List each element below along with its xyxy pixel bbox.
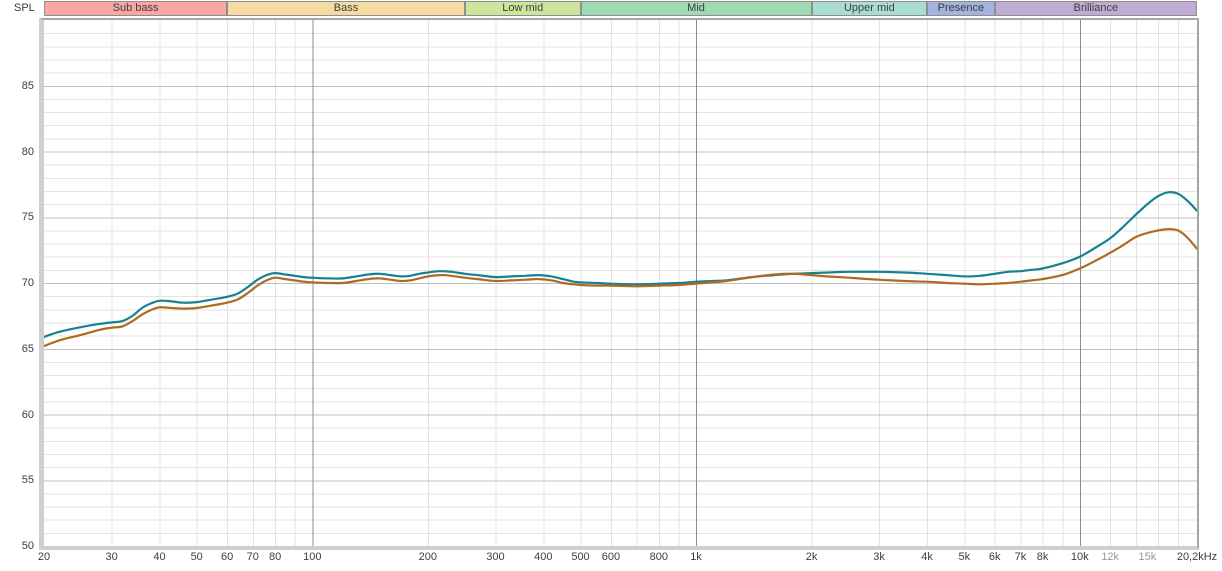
x-tick-label: 12k [1101, 551, 1120, 563]
y-tick-label: 70 [21, 277, 34, 289]
band-label: Mid [687, 2, 705, 14]
band-mid: Mid [580, 1, 812, 16]
frequency-axis-labels: 20 30 40 50 60 70 80 100 200 300 400 500 600 800 1k 2k 3… [38, 550, 1217, 566]
band-sub-bass: Sub bass [44, 1, 228, 16]
x-tick-label: 10k [1070, 551, 1089, 563]
x-tick-label: 80 [268, 551, 282, 563]
band-bass: Bass [227, 1, 465, 16]
x-tick-label: 800 [649, 551, 668, 563]
spl-axis-title: SPL [14, 2, 35, 14]
x-tick-label: 50 [190, 551, 203, 563]
y-tick-label: 85 [21, 79, 34, 92]
x-tick-label: 200 [418, 551, 437, 563]
x-tick-label: 5k [958, 551, 971, 563]
band-label: Brilliance [1073, 2, 1119, 14]
chart-canvas [44, 20, 1197, 546]
x-tick-label: 6k [988, 551, 1001, 563]
y-tick-label: 75 [21, 211, 34, 224]
band-label: Presence [937, 2, 985, 14]
x-tick-label: 8k [1036, 551, 1049, 563]
x-tick-label: 1k [690, 551, 702, 563]
x-tick-label: 40 [153, 551, 166, 563]
band-label: Low mid [502, 2, 544, 14]
x-tick-label: 600 [601, 551, 621, 563]
x-tick-label: 400 [534, 551, 553, 563]
y-tick-label: 80 [21, 145, 34, 158]
x-tick-label: 70 [246, 551, 259, 563]
y-tick-label: 65 [21, 342, 34, 355]
x-tick-label: 20,2kHz [1176, 551, 1218, 563]
x-tick-label: 20 [37, 551, 51, 563]
band-low-mid: Low mid [465, 1, 581, 16]
frequency-band-header: Sub bass Bass Low mid Mid Upper mid Pres… [44, 1, 1199, 16]
band-label: Sub bass [112, 2, 159, 14]
band-brilliance: Brilliance [994, 1, 1197, 16]
teal-curve [44, 191, 1197, 338]
x-tick-label: 100 [303, 551, 322, 563]
spl-axis-labels: 85 80 75 70 65 60 55 50 [0, 20, 39, 552]
x-tick-label: 300 [486, 551, 505, 563]
x-tick-label: 2k [805, 551, 818, 563]
frequency-response-chart: SPL Sub bass Bass Low mid Mid Upper mid … [0, 0, 1222, 571]
orange-curve [44, 228, 1197, 348]
y-tick-label: 55 [21, 474, 34, 487]
band-label: Upper mid [843, 2, 895, 14]
x-tick-label: 3k [873, 551, 885, 563]
band-label: Bass [333, 2, 359, 14]
x-tick-label: 500 [571, 551, 590, 563]
band-presence: Presence [927, 1, 995, 16]
x-tick-label: 7k [1014, 551, 1027, 563]
x-tick-label: 30 [105, 551, 118, 563]
plot-area [39, 18, 1199, 550]
x-tick-label: 4k [921, 551, 933, 563]
y-tick-label: 60 [21, 408, 34, 421]
x-tick-label: 60 [220, 551, 234, 563]
x-tick-label: 15k [1138, 551, 1157, 563]
y-tick-label: 50 [21, 540, 34, 552]
band-upper-mid: Upper mid [811, 1, 928, 16]
